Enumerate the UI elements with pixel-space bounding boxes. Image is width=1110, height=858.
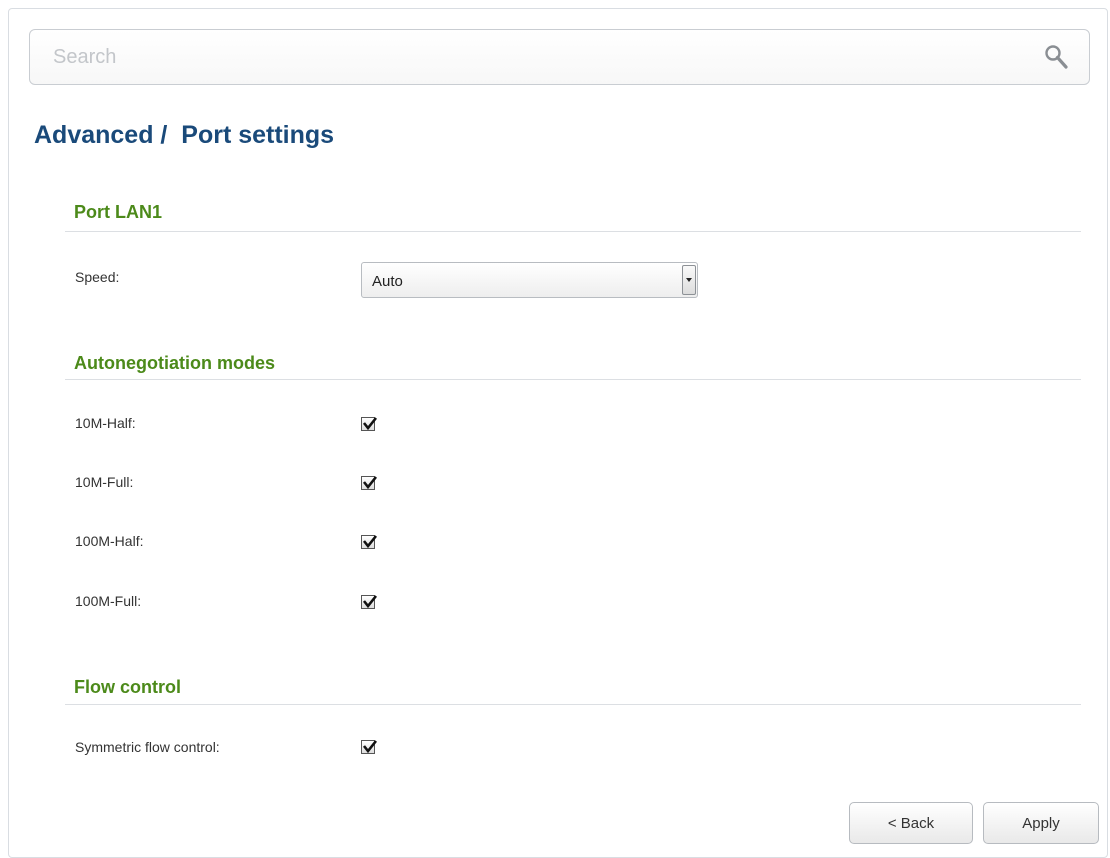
search-input[interactable]	[30, 30, 1010, 84]
mode-label-100m-half: 100M-Half:	[75, 533, 144, 549]
back-button[interactable]: < Back	[849, 802, 973, 844]
settings-panel: Advanced / Port settings Port LAN1 Speed…	[8, 8, 1108, 858]
mode-label-100m-full: 100M-Full:	[75, 593, 142, 609]
speed-select-value: Auto	[372, 273, 403, 290]
section-title-flow-control: Flow control	[74, 677, 181, 697]
checkbox-10m-half[interactable]	[361, 417, 378, 431]
checkbox-symmetric-flow-control[interactable]	[361, 740, 378, 754]
section-title-autonegotiation: Autonegotiation modes	[74, 353, 275, 373]
apply-button[interactable]: Apply	[983, 802, 1099, 844]
section-divider	[65, 231, 1081, 232]
chevron-down-icon[interactable]	[682, 265, 696, 295]
speed-label: Speed:	[75, 269, 120, 285]
section-divider	[65, 704, 1081, 705]
checkbox-100m-half[interactable]	[361, 535, 378, 549]
checkbox-10m-full[interactable]	[361, 476, 378, 490]
section-title-port: Port LAN1	[74, 202, 163, 222]
symmetric-flow-control-label: Symmetric flow control:	[75, 739, 220, 755]
search-icon[interactable]	[1043, 43, 1071, 71]
mode-label-10m-full: 10M-Full:	[75, 474, 134, 490]
speed-select[interactable]: Auto	[361, 262, 698, 298]
checkbox-100m-full[interactable]	[361, 595, 378, 609]
page-title: Advanced / Port settings	[34, 121, 335, 149]
section-divider	[65, 379, 1081, 380]
mode-label-10m-half: 10M-Half:	[75, 415, 136, 431]
search-bar	[29, 29, 1090, 85]
